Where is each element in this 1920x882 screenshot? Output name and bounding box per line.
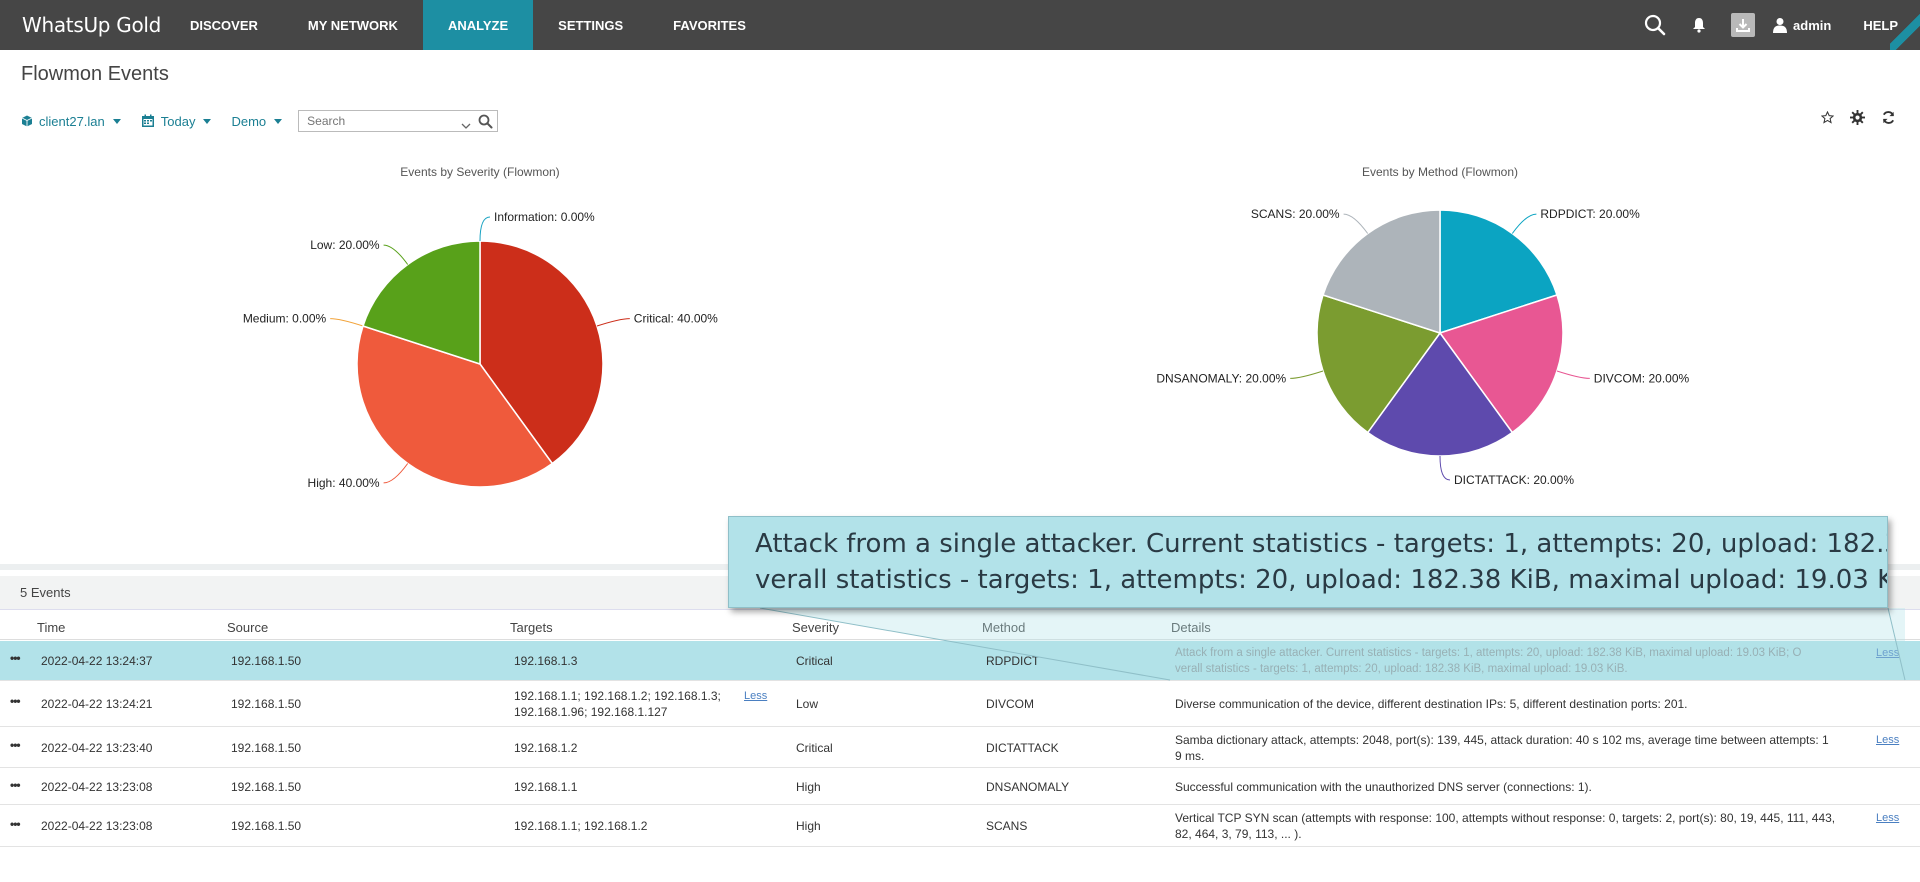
callout-line-2: verall statistics - targets: 1, attempts…	[755, 565, 1888, 595]
callout-line-1: Attack from a single attacker. Current s…	[755, 529, 1888, 559]
details-zoom-callout: Attack from a single attacker. Current s…	[728, 516, 1888, 608]
callout-connector	[759, 607, 1906, 681]
